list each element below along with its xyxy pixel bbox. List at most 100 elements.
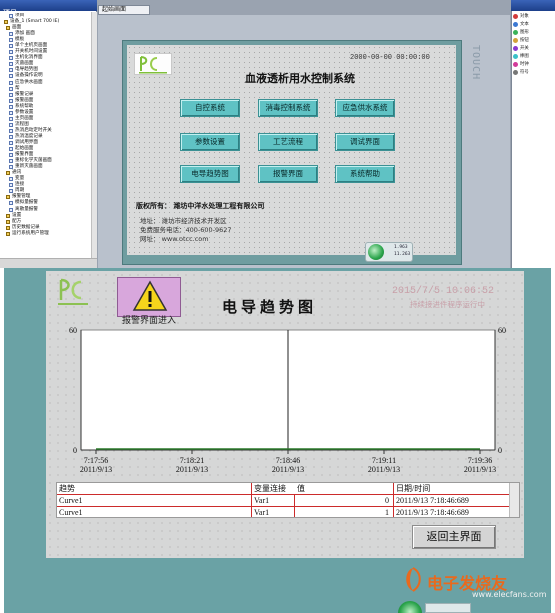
screen-icon: [9, 147, 13, 152]
screen-icon: [9, 116, 13, 121]
screen-icon: [9, 38, 13, 43]
y-tick-label-left: 60: [69, 326, 77, 335]
toolbox-item-icon: [513, 14, 518, 19]
menu-button[interactable]: 参数设置: [180, 133, 240, 151]
screen-icon: [9, 32, 13, 37]
screen-icon: [9, 207, 13, 212]
watermark-domain: www.elecfans.com: [472, 590, 547, 599]
tree-item[interactable]: 运行系统用户管理: [2, 231, 92, 237]
screen-icon: [9, 159, 13, 164]
toolbox-item-icon: [513, 22, 518, 27]
company-logo: [134, 53, 172, 75]
project-tree-title-bar: 项目: [0, 0, 97, 17]
y-tick-label-left: 0: [73, 446, 77, 455]
project-tree[interactable]: 项目 设备_1 (Smart 700 IE) 画面 添加 画面 模板 单个主机页画面 开关机…: [2, 13, 92, 258]
website-text: 网址： www.otcc.com: [140, 235, 209, 243]
x-tick-time: 7:18:21: [180, 456, 204, 465]
table-cell: 2011/9/13 7:18:46:689: [396, 496, 469, 505]
table-row[interactable]: Curve1 Var1 1 2011/9/13 7:18:46:689: [57, 507, 509, 518]
menu-button[interactable]: 报警界面: [258, 165, 318, 183]
table-scrollbar[interactable]: [509, 483, 519, 517]
x-tick-date: 2011/9/13: [464, 465, 496, 474]
menu-button[interactable]: 自控系统: [180, 99, 240, 117]
toolbox-item-label: 开关: [520, 46, 529, 51]
status-widget: [425, 603, 471, 613]
globe-icon: [368, 244, 384, 260]
toolbox-item-icon: [513, 30, 518, 35]
toolbox-item[interactable]: 时钟: [513, 62, 553, 67]
x-tick-date: 2011/9/13: [368, 465, 400, 474]
screen-icon: [9, 183, 13, 188]
table-row[interactable]: Curve1 Var1 0 2011/9/13 7:18:46:689: [57, 495, 509, 506]
menu-button[interactable]: 应急供水系统: [335, 99, 395, 117]
table-header: 日期/时间: [396, 484, 431, 493]
folder-icon: [6, 26, 10, 31]
y-tick-label-right: 60: [498, 326, 506, 335]
return-main-button[interactable]: 返回主界面: [412, 525, 496, 549]
company-logo: [53, 276, 93, 310]
toolbox-item-label: 图形: [520, 30, 529, 35]
screen-icon: [9, 14, 13, 19]
x-tick-date: 2011/9/13: [272, 465, 304, 474]
screen-icon: [9, 141, 13, 145]
trend-datetime: 2015/7/5 10:06:52: [392, 286, 495, 297]
screen-icon: [9, 80, 13, 85]
tree-item-label: 运行系统用户管理: [12, 230, 49, 236]
status-value-1: 1.963: [394, 245, 408, 250]
trend-status-tag: 持续接进件程序运行中: [410, 300, 485, 309]
screen-icon: [9, 74, 13, 79]
toolbox-item-label: 对象: [520, 14, 529, 19]
screen-icon: [9, 56, 13, 61]
table-header: 值: [297, 484, 305, 493]
menu-button[interactable]: 调试界面: [335, 133, 395, 151]
toolbox-item-icon: [513, 54, 518, 59]
toolbox-item[interactable]: 图形: [513, 30, 553, 35]
table-cell: Curve1: [59, 496, 83, 505]
table-header: 变量连接: [254, 484, 286, 493]
screen-icon: [9, 86, 13, 91]
toolbox-item[interactable]: 棒图: [513, 54, 553, 59]
toolbox-list[interactable]: 对象文本图形按钮开关棒图时钟符号: [513, 14, 553, 78]
toolbox-item-label: 棒图: [520, 54, 529, 59]
toolbox-item-icon: [513, 62, 518, 67]
tree-scrollbar[interactable]: [91, 12, 97, 258]
screen-icon: [9, 98, 13, 103]
folder-icon: [6, 213, 10, 218]
warning-icon: [132, 280, 168, 311]
folder-icon: [6, 171, 10, 176]
screen-icon: [9, 104, 13, 109]
toolbox-item-label: 符号: [520, 70, 529, 75]
screen-icon: [9, 44, 13, 49]
x-tick-time: 7:19:11: [372, 456, 396, 465]
menu-button[interactable]: 系统帮助: [335, 165, 395, 183]
toolbox-item[interactable]: 按钮: [513, 38, 553, 43]
toolbox-item[interactable]: 符号: [513, 70, 553, 75]
toolbox-item[interactable]: 文本: [513, 22, 553, 27]
conductivity-trend-chart[interactable]: 6006007:17:562011/9/137:18:212011/9/137:…: [56, 320, 520, 485]
toolbox-item-label: 时钟: [520, 62, 529, 67]
x-tick-date: 2011/9/13: [176, 465, 208, 474]
menu-button[interactable]: 工艺流程: [258, 133, 318, 151]
screen-icon: [9, 189, 13, 194]
screen-icon: [9, 177, 13, 182]
table-cell: Var1: [254, 508, 270, 517]
toolbox-item-label: 文本: [520, 22, 529, 27]
editor-tab-start-screen[interactable]: 起始画面: [98, 5, 150, 15]
screen-icon: [9, 165, 13, 170]
menu-button[interactable]: 电导趋势图: [180, 165, 240, 183]
menu-button[interactable]: 消毒控制系统: [258, 99, 318, 117]
x-tick-date: 2011/9/13: [80, 465, 112, 474]
toolbox-item[interactable]: 对象: [513, 14, 553, 19]
copyright-text: 版权所有： 潍坊中洋水处理工程有限公司: [136, 202, 265, 210]
screen-icon: [9, 122, 13, 127]
alarm-button[interactable]: [117, 277, 181, 317]
screen-icon: [9, 62, 13, 67]
trend-title: 电导趋势图: [222, 298, 318, 316]
x-tick-time: 7:19:36: [468, 456, 492, 465]
tree-horizontal-scrollbar[interactable]: [0, 258, 97, 268]
screen-icon: [9, 92, 13, 97]
toolbox-item[interactable]: 开关: [513, 46, 553, 51]
system-title: 血液透析用水控制系统: [245, 72, 355, 85]
trend-value-table: 趋势 变量连接 值 日期/时间 Curve1 Var1 0 2011/9/13 7:18:46…: [56, 482, 520, 518]
table-cell: Var1: [254, 496, 270, 505]
